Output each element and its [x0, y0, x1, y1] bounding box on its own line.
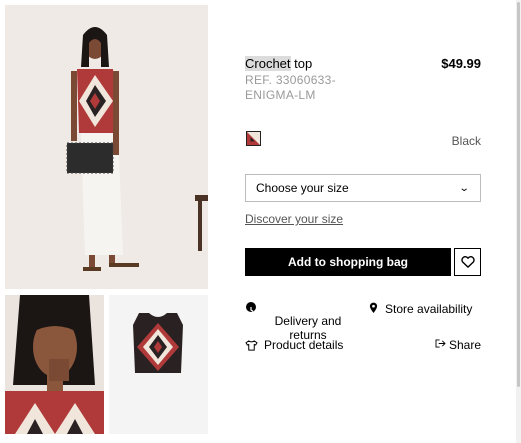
pattern-swatch-icon [247, 132, 260, 145]
clock-icon [246, 302, 256, 312]
color-name: Black [451, 134, 481, 148]
share-link[interactable]: Share [449, 338, 481, 352]
wishlist-button[interactable] [454, 248, 481, 276]
model-closeup-illustration [5, 295, 104, 434]
size-select-label: Choose your size [256, 181, 349, 195]
product-image-closeup[interactable] [5, 295, 104, 434]
crochet-top-illustration [109, 295, 208, 434]
shirt-icon [245, 338, 258, 356]
product-image-flat[interactable] [109, 295, 208, 434]
location-pin-icon [369, 301, 378, 319]
chevron-down-icon: ⌄ [458, 182, 470, 194]
product-title-rest: top [290, 56, 313, 71]
discover-size-link[interactable]: Discover your size [245, 212, 343, 226]
heart-icon [460, 256, 475, 268]
size-select[interactable]: Choose your size ⌄ [245, 174, 481, 202]
product-details-link[interactable]: Product details [264, 338, 343, 352]
product-title: Crochet top [245, 56, 313, 71]
product-title-highlight: Crochet [245, 56, 291, 71]
store-availability-link[interactable]: Store availability [385, 302, 472, 316]
product-image-main[interactable] [5, 5, 208, 289]
add-to-bag-button[interactable]: Add to shopping bag [245, 248, 451, 276]
product-reference: REF. 33060633-ENIGMA-LM [245, 73, 336, 102]
vertical-scrollbar-thumb[interactable] [517, 2, 520, 387]
color-swatch[interactable] [246, 131, 261, 146]
product-price: $49.99 [441, 56, 481, 71]
model-full-body-illustration [5, 5, 208, 289]
share-icon [435, 339, 446, 351]
